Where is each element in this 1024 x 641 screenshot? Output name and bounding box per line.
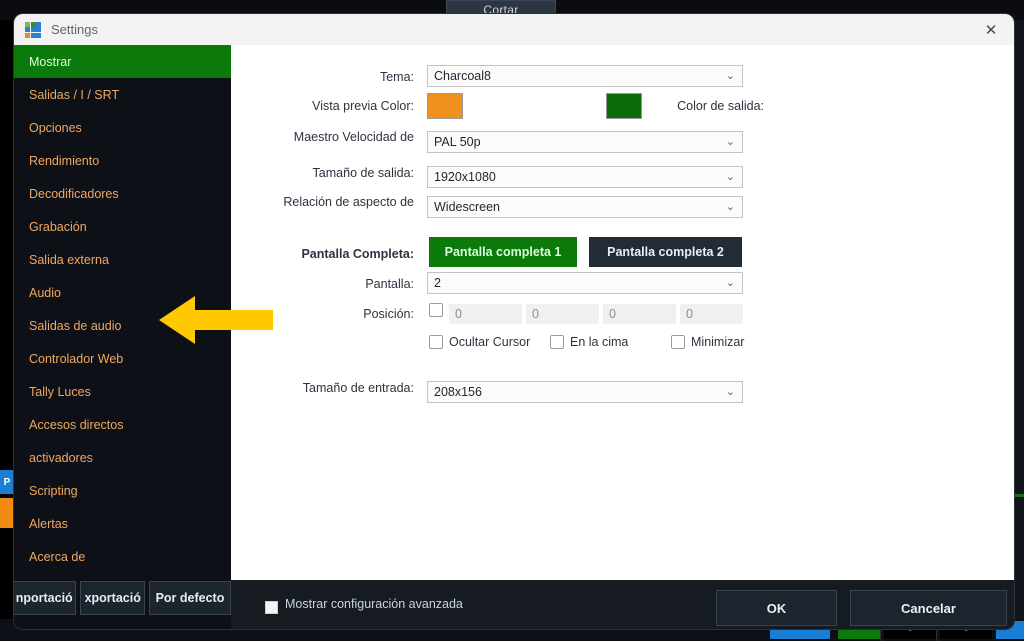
aspect-ratio-label: Relación de aspecto de	[283, 195, 414, 209]
fullscreen-1-button[interactable]: Pantalla completa 1	[429, 237, 577, 267]
sidebar-item-label: Salida externa	[29, 252, 109, 267]
sidebar-item-decodificadores[interactable]: Decodificadores	[14, 177, 231, 210]
position-label: Posición:	[363, 307, 414, 321]
sidebar-item-label: Acerca de	[29, 549, 86, 564]
dialog-title: Settings	[51, 22, 98, 37]
screen-label: Pantalla:	[365, 277, 414, 291]
position-height-field[interactable]: 0	[680, 304, 743, 324]
program-badge-icon	[0, 498, 14, 528]
import-button[interactable]: nportació	[14, 580, 77, 615]
screen-select[interactable]: 2 ⌄	[427, 272, 743, 294]
sidebar-item-activadores[interactable]: activadores	[14, 441, 231, 474]
ok-button[interactable]: OK	[716, 590, 837, 626]
on-top-checkbox[interactable]	[550, 335, 564, 349]
sidebar-item-audio[interactable]: Audio	[14, 276, 231, 309]
output-color-swatch[interactable]	[606, 93, 642, 119]
master-speed-label: Maestro Velocidad de	[293, 130, 414, 144]
show-advanced-label: Mostrar configuración avanzada	[285, 597, 463, 611]
sidebar-item-grabacion[interactable]: Grabación	[14, 210, 231, 243]
sidebar-item-label: Salidas / I / SRT	[29, 87, 120, 102]
sidebar-item-label: Rendimiento	[29, 153, 100, 168]
chevron-down-icon: ⌄	[725, 386, 735, 398]
sidebar-item-controlador-web[interactable]: Controlador Web	[14, 342, 231, 375]
sidebar-item-scripting[interactable]: Scripting	[14, 474, 231, 507]
defaults-button[interactable]: Por defecto	[148, 580, 231, 615]
aspect-ratio-value: Widescreen	[434, 200, 500, 214]
position-y-field[interactable]: 0	[526, 304, 599, 324]
input-size-label: Tamaño de entrada:	[302, 381, 414, 395]
sidebar-item-label: Audio	[29, 285, 61, 300]
sidebar-item-label: Accesos directos	[29, 417, 124, 432]
sidebar-item-label: Opciones	[29, 120, 82, 135]
master-speed-value: PAL 50p	[434, 135, 481, 149]
output-size-select[interactable]: 1920x1080 ⌄	[427, 166, 743, 188]
sidebar-footer: nportació xportació Por defecto	[14, 566, 231, 629]
sidebar-item-label: Scripting	[29, 483, 78, 498]
sidebar-item-label: Tally Luces	[29, 384, 91, 399]
sidebar-item-accesos-directos[interactable]: Accesos directos	[14, 408, 231, 441]
theme-label: Tema:	[379, 70, 414, 84]
sidebar-item-salidas-de-audio[interactable]: Salidas de audio	[14, 309, 231, 342]
sidebar-item-salida-externa[interactable]: Salida externa	[14, 243, 231, 276]
input-size-value: 208x156	[434, 385, 482, 399]
fullscreen-label: Pantalla Completa:	[301, 247, 414, 261]
sidebar-item-label: Mostrar	[29, 54, 72, 69]
sidebar-item-label: Grabación	[29, 219, 87, 234]
sidebar-item-salidas-i-srt[interactable]: Salidas / I / SRT	[14, 78, 231, 111]
chevron-down-icon: ⌄	[725, 277, 735, 289]
export-button[interactable]: xportació	[80, 580, 145, 615]
theme-value: Charcoal8	[434, 69, 491, 83]
dialog-footer: Mostrar configuración avanzada OK Cancel…	[231, 580, 1014, 629]
output-size-value: 1920x1080	[434, 170, 496, 184]
settings-dialog: Settings ✕ Mostrar Salidas / I / SRT Opc…	[14, 14, 1014, 629]
fullscreen-2-button[interactable]: Pantalla completa 2	[589, 237, 742, 267]
preview-badge-icon: P	[0, 470, 14, 494]
show-advanced-checkbox[interactable]	[265, 601, 278, 614]
chevron-down-icon: ⌄	[725, 70, 735, 82]
theme-select[interactable]: Charcoal8 ⌄	[427, 65, 743, 87]
position-x-field[interactable]: 0	[449, 304, 522, 324]
cancel-button[interactable]: Cancelar	[850, 590, 1007, 626]
position-enable-checkbox[interactable]	[429, 303, 443, 317]
preview-color-swatch[interactable]	[427, 93, 463, 119]
screen-value: 2	[434, 276, 441, 290]
minimize-label: Minimizar	[691, 335, 745, 349]
sidebar-item-mostrar[interactable]: Mostrar	[14, 45, 231, 78]
sidebar-item-alertas[interactable]: Alertas	[14, 507, 231, 540]
dialog-titlebar: Settings ✕	[14, 14, 1014, 45]
app-grid-icon	[25, 21, 41, 38]
sidebar-item-opciones[interactable]: Opciones	[14, 111, 231, 144]
chevron-down-icon: ⌄	[725, 136, 735, 148]
sidebar-item-rendimiento[interactable]: Rendimiento	[14, 144, 231, 177]
sidebar-item-label: Alertas	[29, 516, 68, 531]
settings-content-pane: Tema: Charcoal8 ⌄ Vista previa Color: Co…	[231, 45, 1014, 580]
sidebar-item-label: Decodificadores	[29, 186, 119, 201]
screen: Cortar P - - Settings ✕ Mostrar Salidas …	[0, 0, 1024, 641]
sidebar-item-label: Salidas de audio	[29, 318, 122, 333]
chevron-down-icon: ⌄	[725, 171, 735, 183]
input-size-select[interactable]: 208x156 ⌄	[427, 381, 743, 403]
chevron-down-icon: ⌄	[725, 201, 735, 213]
preview-color-label: Vista previa Color:	[312, 99, 414, 113]
minimize-checkbox[interactable]	[671, 335, 685, 349]
output-size-label: Tamaño de salida:	[312, 166, 414, 180]
master-speed-select[interactable]: PAL 50p ⌄	[427, 131, 743, 153]
hide-cursor-checkbox[interactable]	[429, 335, 443, 349]
position-width-field[interactable]: 0	[603, 304, 676, 324]
settings-sidebar: Mostrar Salidas / I / SRT Opciones Rendi…	[14, 45, 231, 629]
close-icon[interactable]: ✕	[968, 14, 1014, 45]
aspect-ratio-select[interactable]: Widescreen ⌄	[427, 196, 743, 218]
sidebar-item-label: activadores	[29, 450, 93, 465]
sidebar-item-tally-luces[interactable]: Tally Luces	[14, 375, 231, 408]
hide-cursor-label: Ocultar Cursor	[449, 335, 531, 349]
sidebar-item-label: Controlador Web	[29, 351, 124, 366]
on-top-label: En la cima	[570, 335, 629, 349]
